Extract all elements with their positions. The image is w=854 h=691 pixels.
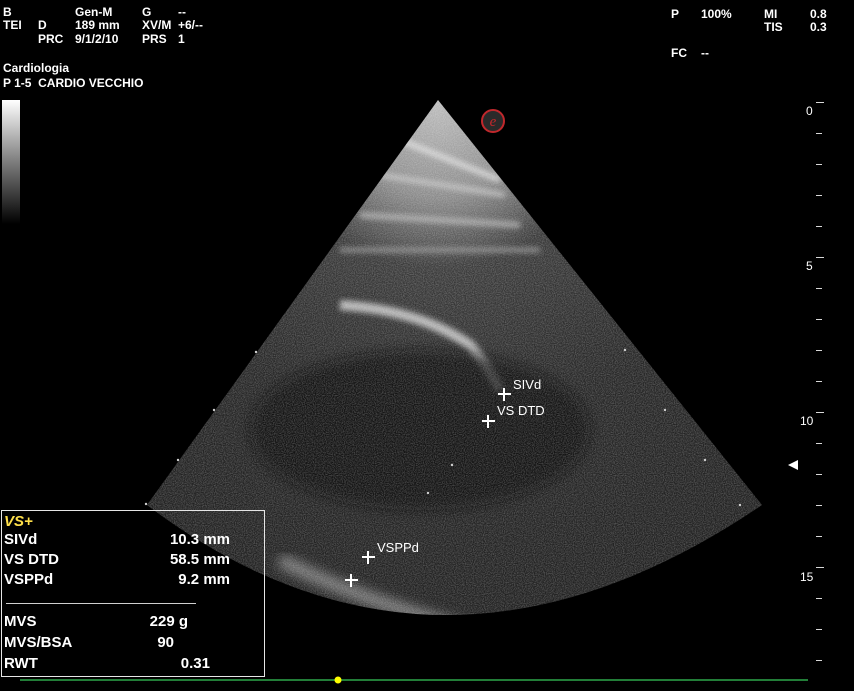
depth-tick: [816, 474, 822, 475]
header-prc-value: 9/1/2/10: [75, 32, 119, 46]
depth-tick: [816, 257, 824, 258]
depth-tick: [816, 443, 822, 444]
depth-tick: [816, 350, 822, 351]
depth-tick: [816, 567, 824, 568]
annotation-vs-dtd: VS DTD: [497, 403, 545, 418]
depth-label-10: 10: [800, 414, 814, 428]
ecg-marker-icon: [334, 676, 342, 684]
measurement-label: SIVd: [4, 531, 38, 548]
depth-label-0: 0: [806, 104, 813, 118]
measurement-separator: [6, 603, 196, 604]
header-tei: TEI: [3, 18, 22, 32]
header-preset: Gen-M: [75, 5, 113, 19]
power-label: P: [671, 7, 680, 21]
fc-label: FC: [671, 46, 687, 60]
header-gain-label: G: [142, 5, 152, 19]
depth-tick: [816, 102, 824, 103]
depth-label-5: 5: [806, 259, 813, 273]
tis-label: TIS: [764, 20, 783, 34]
header-mode: B: [3, 5, 12, 19]
header-depth-label: D: [38, 18, 47, 32]
measurement-label: VS DTD: [4, 551, 60, 568]
tis-value: 0.3: [810, 20, 827, 34]
caliper-cross-vs-dtd[interactable]: [482, 415, 495, 428]
measurement-label: VSPPd: [4, 571, 54, 588]
mi-label: MI: [764, 7, 778, 21]
caliper-cross-sivd[interactable]: [498, 388, 511, 401]
calculation-label: MVS/BSA: [4, 634, 73, 651]
measurement-title: VS+: [4, 513, 33, 530]
measurement-value: 58.5 mm: [169, 551, 230, 568]
e-logo-icon: e: [481, 109, 505, 133]
depth-tick: [816, 598, 822, 599]
depth-tick: [816, 629, 822, 630]
calculation-value: 0.31: [180, 655, 210, 672]
depth-tick: [816, 381, 822, 382]
depth-tick: [816, 536, 822, 537]
fc-value: --: [701, 46, 709, 60]
probe-preset: P 1-5 CARDIO VECCHIO: [3, 76, 144, 90]
caliper-cross-vsppd[interactable]: [362, 551, 375, 564]
depth-tick: [816, 505, 822, 506]
caliper-cross-end[interactable]: [345, 574, 358, 587]
header-xv-label: XV/M: [142, 18, 172, 32]
svg-text:e: e: [490, 114, 497, 130]
mi-value: 0.8: [810, 7, 827, 21]
annotation-sivd: SIVd: [513, 377, 542, 392]
measurement-value: 9.2 mm: [178, 571, 230, 588]
header-prc-label: PRC: [38, 32, 64, 46]
depth-tick: [816, 226, 822, 227]
calculation-label: MVS: [4, 613, 37, 630]
calculation-label: RWT: [4, 655, 38, 672]
depth-tick: [816, 164, 822, 165]
depth-tick: [816, 660, 822, 661]
measurement-panel: VS+ SIVd 10.3 mm VS DTD 58.5 mm VSPPd 9.…: [1, 510, 265, 677]
header-prs-label: PRS: [142, 32, 167, 46]
header-depth-value: 189 mm: [75, 18, 120, 32]
depth-tick: [816, 195, 822, 196]
header-gain-value: --: [178, 5, 186, 19]
header-prs-value: 1: [178, 32, 185, 46]
header-xv-value: +6/--: [178, 18, 204, 32]
depth-label-15: 15: [800, 570, 814, 584]
focus-marker-icon: [788, 460, 798, 470]
annotation-vsppd: VSPPd: [377, 540, 419, 555]
calculation-value: 229 g: [149, 613, 188, 630]
exam-type: Cardiologia: [3, 61, 70, 75]
measurement-value: 10.3 mm: [169, 531, 230, 548]
depth-tick: [816, 133, 822, 134]
power-value: 100%: [701, 7, 732, 21]
depth-tick: [816, 288, 822, 289]
calculation-value: 90: [157, 634, 174, 651]
grayscale-bar: [2, 100, 20, 224]
depth-tick: [816, 412, 824, 413]
depth-tick: [816, 319, 822, 320]
